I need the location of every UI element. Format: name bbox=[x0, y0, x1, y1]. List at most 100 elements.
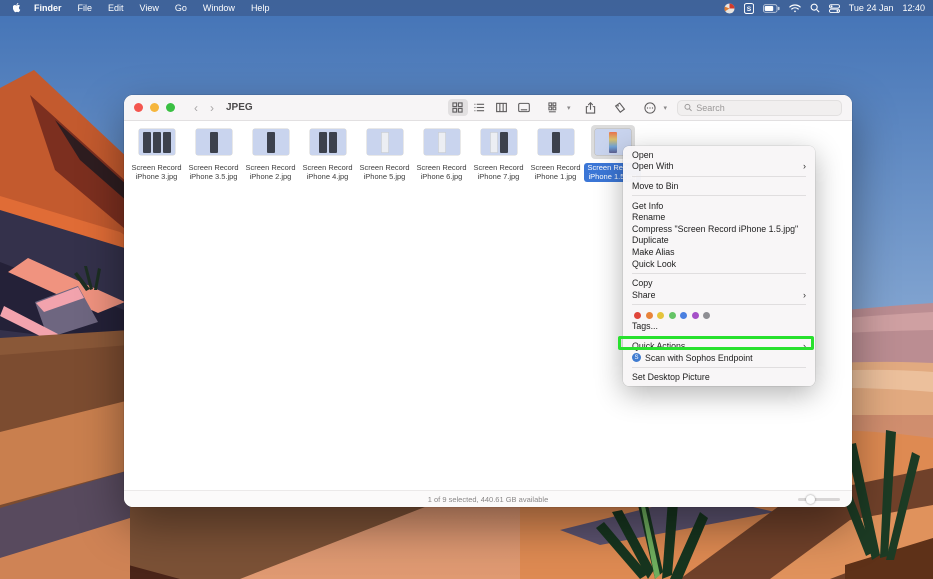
menu-item-quick-actions[interactable]: Quick Actions › bbox=[623, 340, 815, 352]
slider-knob[interactable] bbox=[806, 495, 815, 504]
chevron-down-icon: ▾ bbox=[566, 104, 571, 112]
menu-item-set-desktop-picture[interactable]: Set Desktop Picture bbox=[623, 371, 815, 383]
sophos-shield-icon[interactable]: S bbox=[743, 2, 754, 14]
tag-color-dot[interactable] bbox=[634, 311, 641, 319]
menubar-item-file[interactable]: File bbox=[70, 3, 101, 13]
menu-item-copy[interactable]: Copy bbox=[623, 277, 815, 289]
tag-color-row bbox=[623, 309, 815, 321]
file-item[interactable]: Screen Record iPhone 1.jpg bbox=[527, 125, 584, 182]
search-icon bbox=[684, 103, 692, 112]
submenu-chevron-icon: › bbox=[803, 289, 806, 300]
menu-item-scan-with-sophos-endpoint[interactable]: S Scan with Sophos Endpoint bbox=[623, 352, 815, 364]
menubar-item-go[interactable]: Go bbox=[167, 3, 195, 13]
menu-item-get-info[interactable]: Get Info bbox=[623, 200, 815, 212]
menubar-item-edit[interactable]: Edit bbox=[100, 3, 132, 13]
file-name: Screen Record iPhone 3.5.jpg bbox=[188, 163, 239, 181]
menu-bar: Finder File Edit View Go Window Help S Tue 24 … bbox=[0, 0, 933, 16]
submenu-chevron-icon: › bbox=[803, 161, 806, 172]
file-thumbnail[interactable] bbox=[477, 125, 521, 159]
file-thumbnail[interactable] bbox=[534, 125, 578, 159]
view-switcher bbox=[447, 99, 534, 116]
gallery-view-button[interactable] bbox=[514, 99, 534, 116]
file-grid: Screen Record iPhone 3.jpg Screen Record iP… bbox=[128, 125, 641, 182]
menu-item-rename[interactable]: Rename bbox=[623, 211, 815, 223]
menu-item-quick-look[interactable]: Quick Look bbox=[623, 258, 815, 270]
list-view-button[interactable] bbox=[470, 99, 490, 116]
window-title: JPEG bbox=[226, 102, 253, 113]
menu-item-open[interactable]: Open bbox=[623, 149, 815, 161]
menubar-item-view[interactable]: View bbox=[132, 3, 167, 13]
menu-item-open-with[interactable]: Open With › bbox=[623, 161, 815, 173]
status-text: 1 of 9 selected, 440.61 GB available bbox=[427, 494, 549, 504]
menubar-status-area: S Tue 24 Jan 12:40 bbox=[724, 2, 925, 14]
file-thumbnail[interactable] bbox=[306, 125, 350, 159]
menubar-item-finder[interactable]: Finder bbox=[26, 3, 70, 13]
zoom-button[interactable] bbox=[166, 103, 175, 112]
context-menu: Open Open With › Move to Bin Get Info Rename C… bbox=[623, 146, 815, 386]
file-item[interactable]: Screen Record iPhone 7.jpg bbox=[470, 125, 527, 182]
back-button[interactable]: ‹ bbox=[194, 101, 198, 115]
submenu-chevron-icon: › bbox=[803, 340, 806, 351]
control-center-icon[interactable] bbox=[828, 3, 840, 13]
file-item[interactable]: Screen Record iPhone 6.jpg bbox=[413, 125, 470, 182]
file-name: Screen Record iPhone 7.jpg bbox=[473, 163, 524, 181]
menu-item-compress-screen-record-iphone-1-5-jpg[interactable]: Compress "Screen Record iPhone 1.5.jpg" bbox=[623, 223, 815, 235]
icon-view-button[interactable] bbox=[447, 99, 468, 116]
file-name: Screen Record iPhone 5.jpg bbox=[359, 163, 410, 181]
file-item[interactable]: Screen Record iPhone 3.5.jpg bbox=[185, 125, 242, 182]
spotlight-search-icon[interactable] bbox=[810, 3, 820, 13]
file-thumbnail[interactable] bbox=[135, 125, 179, 159]
file-name: Screen Record iPhone 1.jpg bbox=[530, 163, 581, 181]
menu-separator bbox=[632, 195, 806, 197]
tags-button[interactable] bbox=[610, 99, 630, 116]
tag-color-dot[interactable] bbox=[657, 311, 664, 319]
file-name: Screen Record iPhone 4.jpg bbox=[302, 163, 353, 181]
close-button[interactable] bbox=[134, 103, 143, 112]
menu-item-move-to-bin[interactable]: Move to Bin bbox=[623, 180, 815, 192]
apple-logo-icon[interactable] bbox=[8, 2, 26, 14]
file-item[interactable]: Screen Record iPhone 4.jpg bbox=[299, 125, 356, 182]
file-thumbnail[interactable] bbox=[420, 125, 464, 159]
menubar-menus: Finder File Edit View Go Window Help bbox=[26, 3, 277, 13]
more-actions-button[interactable]: ▾ bbox=[640, 99, 667, 116]
chevron-down-icon: ▾ bbox=[663, 104, 667, 112]
tag-color-dot[interactable] bbox=[668, 311, 676, 319]
sophos-shield-icon: S bbox=[632, 353, 641, 363]
file-item[interactable]: Screen Record iPhone 5.jpg bbox=[356, 125, 413, 182]
menu-item-make-alias[interactable]: Make Alias bbox=[623, 246, 815, 258]
window-titlebar: ‹ › JPEG ▾ ▾ Search bbox=[124, 95, 852, 121]
column-view-button[interactable] bbox=[492, 99, 512, 116]
file-thumbnail[interactable] bbox=[249, 125, 293, 159]
wifi-icon[interactable] bbox=[789, 3, 801, 13]
tag-color-dot[interactable] bbox=[703, 311, 710, 319]
tag-color-dot[interactable] bbox=[680, 311, 687, 319]
desktop: Finder File Edit View Go Window Help S Tue 24 … bbox=[0, 0, 933, 579]
menu-item-duplicate[interactable]: Duplicate bbox=[623, 235, 815, 247]
menubar-date[interactable]: Tue 24 Jan bbox=[849, 3, 894, 13]
menu-separator bbox=[632, 366, 806, 368]
svg-text:S: S bbox=[747, 6, 752, 13]
app-circle-icon[interactable] bbox=[724, 2, 735, 14]
file-name: Screen Record iPhone 2.jpg bbox=[245, 163, 296, 181]
menubar-item-window[interactable]: Window bbox=[195, 3, 243, 13]
file-thumbnail[interactable] bbox=[363, 125, 407, 159]
forward-button[interactable]: › bbox=[210, 101, 214, 115]
search-input[interactable] bbox=[696, 102, 835, 113]
file-thumbnail[interactable] bbox=[192, 125, 236, 159]
search-field[interactable] bbox=[677, 99, 842, 116]
menu-separator bbox=[632, 304, 806, 306]
menubar-clock[interactable]: 12:40 bbox=[902, 3, 925, 13]
menubar-item-help[interactable]: Help bbox=[243, 3, 278, 13]
file-item[interactable]: Screen Record iPhone 3.jpg bbox=[128, 125, 185, 182]
menu-item-tags[interactable]: Tags... bbox=[623, 321, 815, 333]
file-item[interactable]: Screen Record iPhone 2.jpg bbox=[242, 125, 299, 182]
group-by-button[interactable]: ▾ bbox=[544, 99, 571, 116]
minimize-button[interactable] bbox=[150, 103, 159, 112]
icon-size-slider[interactable] bbox=[798, 495, 840, 504]
share-button[interactable] bbox=[580, 99, 600, 116]
menu-item-share[interactable]: Share › bbox=[623, 289, 815, 301]
tag-color-dot[interactable] bbox=[691, 311, 699, 319]
battery-icon[interactable] bbox=[762, 3, 780, 13]
status-bar: 1 of 9 selected, 440.61 GB available bbox=[124, 490, 852, 507]
tag-color-dot[interactable] bbox=[645, 311, 653, 319]
